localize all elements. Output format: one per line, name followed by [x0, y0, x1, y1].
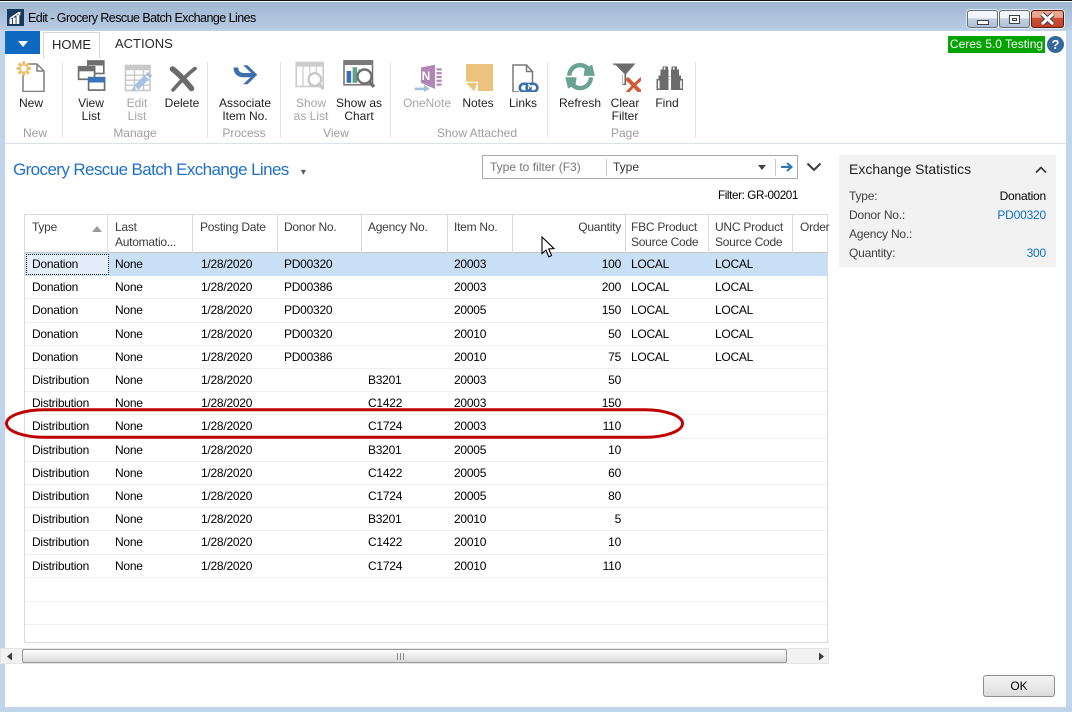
- svg-text:N: N: [422, 69, 431, 83]
